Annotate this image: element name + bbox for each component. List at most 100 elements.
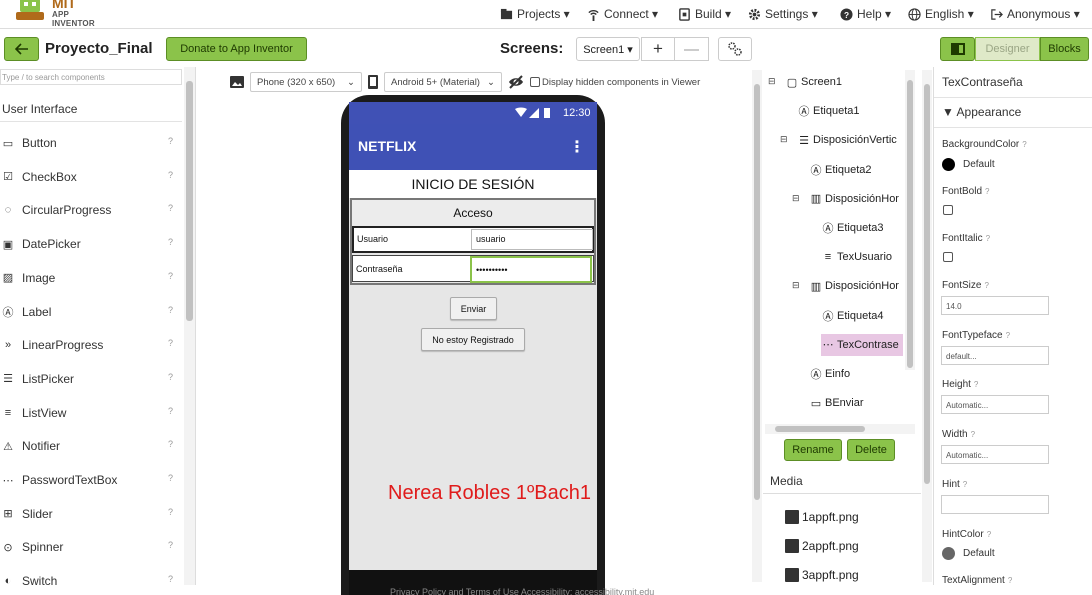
- help-icon[interactable]: ?: [168, 574, 173, 584]
- palette-category-title[interactable]: User Interface: [2, 102, 77, 116]
- fonttypeface-input[interactable]: default...: [941, 346, 1049, 365]
- collapse-toggle-icon[interactable]: ⊟: [780, 134, 788, 145]
- palette-item-circularprogress[interactable]: ◌ CircularProgress?: [0, 200, 182, 220]
- palette-item-slider[interactable]: ⊞ Slider?: [0, 504, 182, 524]
- theme-select[interactable]: Android 5+ (Material) ⌄: [384, 72, 502, 92]
- blocks-button[interactable]: Blocks: [1040, 37, 1089, 61]
- media-file[interactable]: 1appft.png: [785, 508, 859, 526]
- palette-item-button[interactable]: ▭ Button?: [0, 133, 182, 153]
- tree-node-etiqueta3[interactable]: Ⓐ Etiqueta3: [821, 217, 884, 239]
- scrollbar-thumb[interactable]: [186, 81, 193, 321]
- tree-node-etiqueta2[interactable]: Ⓐ Etiqueta2: [809, 159, 872, 181]
- designer-button[interactable]: Designer: [975, 37, 1040, 61]
- help-icon[interactable]: ?: [168, 271, 173, 281]
- help-icon[interactable]: ?: [985, 187, 989, 196]
- collapse-toggle-icon[interactable]: ⊟: [768, 76, 776, 87]
- rename-button[interactable]: Rename: [784, 439, 842, 461]
- palette-item-datepicker[interactable]: ▣ DatePicker?: [0, 234, 182, 254]
- palette-scrollbar[interactable]: [184, 67, 195, 585]
- scrollbar-thumb[interactable]: [775, 426, 865, 432]
- palette-search-input[interactable]: Type / to search components: [0, 69, 182, 85]
- help-icon[interactable]: ?: [963, 480, 967, 489]
- scrollbar-thumb[interactable]: [907, 80, 913, 368]
- collapse-toggle-icon[interactable]: ⊟: [792, 280, 800, 291]
- scrollbar-thumb[interactable]: [754, 84, 760, 500]
- password-row[interactable]: Contraseña ••••••••••: [352, 255, 594, 283]
- hintcolor-picker[interactable]: Default: [942, 547, 995, 560]
- hidden-components-toggle[interactable]: Display hidden components in Viewer: [530, 77, 700, 88]
- help-icon[interactable]: ?: [984, 281, 988, 290]
- tree-node-disposiciónhor[interactable]: ▥ DisposiciónHor: [809, 188, 899, 210]
- palette-item-listview[interactable]: ≡ ListView?: [0, 403, 182, 423]
- viewer-scrollbar[interactable]: [752, 70, 762, 582]
- palette-item-checkbox[interactable]: ☑ CheckBox?: [0, 167, 182, 187]
- remove-screen-button[interactable]: —: [675, 37, 709, 61]
- etiqueta1-heading[interactable]: INICIO DE SESIÓN: [349, 170, 597, 198]
- tree-node-screen1[interactable]: ▢ Screen1: [785, 71, 842, 93]
- tree-hscrollbar[interactable]: [765, 424, 915, 434]
- screen-selector[interactable]: Screen1 ▾: [576, 37, 640, 61]
- overflow-menu-icon[interactable]: ⋮: [569, 137, 585, 157]
- help-icon[interactable]: ?: [971, 430, 975, 439]
- etiqueta2-section[interactable]: Acceso: [352, 200, 594, 226]
- help-menu[interactable]: ? Help ▾: [840, 5, 891, 23]
- register-button[interactable]: No estoy Registrado: [421, 328, 525, 351]
- add-screen-button[interactable]: +: [641, 37, 675, 61]
- fontsize-input[interactable]: 14.0: [941, 296, 1049, 315]
- footer-links[interactable]: Privacy Policy and Terms of Use Accessib…: [390, 587, 654, 595]
- tree-node-texcontrase[interactable]: ⋯ TexContrase: [821, 333, 903, 356]
- height-input[interactable]: Automatic...: [941, 395, 1049, 414]
- hint-input[interactable]: [941, 495, 1049, 514]
- palette-item-notifier[interactable]: ⚠ Notifier?: [0, 436, 182, 456]
- help-icon[interactable]: ?: [168, 338, 173, 348]
- help-icon[interactable]: ?: [974, 380, 978, 389]
- palette-item-switch[interactable]: ◐ Switch?: [0, 571, 182, 585]
- fontbold-checkbox[interactable]: [943, 205, 953, 215]
- help-icon[interactable]: ?: [168, 305, 173, 315]
- tree-node-einfo[interactable]: Ⓐ Einfo: [809, 363, 851, 385]
- help-icon[interactable]: ?: [168, 170, 173, 180]
- user-textbox[interactable]: usuario: [471, 229, 593, 250]
- phone-size-select[interactable]: Phone (320 x 650) ⌄: [250, 72, 362, 92]
- help-icon[interactable]: ?: [168, 203, 173, 213]
- tree-node-benviar[interactable]: ▭ BEnviar: [809, 392, 864, 414]
- backgroundcolor-picker[interactable]: Default: [942, 158, 995, 171]
- build-menu[interactable]: Build ▾: [678, 5, 731, 23]
- password-textbox[interactable]: ••••••••••: [470, 256, 592, 283]
- user-row[interactable]: Usuario usuario: [352, 226, 594, 253]
- screen-settings-button[interactable]: [718, 37, 752, 61]
- settings-menu[interactable]: Settings ▾: [748, 5, 818, 23]
- send-button[interactable]: Enviar: [450, 297, 497, 320]
- help-icon[interactable]: ?: [168, 507, 173, 517]
- appearance-section-toggle[interactable]: ▼ Appearance: [942, 105, 1021, 119]
- palette-item-passwordtextbox[interactable]: ⋯ PasswordTextBox?: [0, 470, 182, 490]
- help-icon[interactable]: ?: [168, 540, 173, 550]
- tree-node-etiqueta4[interactable]: Ⓐ Etiqueta4: [821, 305, 884, 327]
- palette-item-linearprogress[interactable]: » LinearProgress?: [0, 335, 182, 355]
- media-file[interactable]: 3appft.png: [785, 566, 859, 584]
- palette-item-listpicker[interactable]: ☰ ListPicker?: [0, 369, 182, 389]
- help-icon[interactable]: ?: [168, 136, 173, 146]
- help-icon[interactable]: ?: [986, 234, 990, 243]
- help-icon[interactable]: ?: [168, 439, 173, 449]
- toggle-panel-button[interactable]: [940, 37, 975, 61]
- help-icon[interactable]: ?: [1008, 576, 1012, 585]
- tree-node-texusuario[interactable]: ≡ TexUsuario: [821, 246, 892, 268]
- back-button[interactable]: [4, 37, 39, 61]
- delete-button[interactable]: Delete: [847, 439, 895, 461]
- help-icon[interactable]: ?: [168, 372, 173, 382]
- fontitalic-checkbox[interactable]: [943, 252, 953, 262]
- collapse-toggle-icon[interactable]: ⊟: [792, 193, 800, 204]
- language-menu[interactable]: English ▾: [908, 5, 974, 23]
- tree-node-etiqueta1[interactable]: Ⓐ Etiqueta1: [797, 100, 860, 122]
- palette-item-label[interactable]: Ⓐ Label?: [0, 302, 182, 322]
- tree-scrollbar[interactable]: [905, 70, 915, 370]
- donate-button[interactable]: Donate to App Inventor: [166, 37, 307, 61]
- scrollbar-thumb[interactable]: [924, 84, 930, 484]
- help-icon[interactable]: ?: [1022, 140, 1026, 149]
- media-file[interactable]: 2appft.png: [785, 537, 859, 555]
- help-icon[interactable]: ?: [168, 473, 173, 483]
- account-menu[interactable]: Anonymous ▾: [990, 5, 1080, 23]
- tree-node-disposiciónvertic[interactable]: ☰ DisposiciónVertic: [797, 129, 897, 151]
- palette-item-spinner[interactable]: ⊙ Spinner?: [0, 537, 182, 557]
